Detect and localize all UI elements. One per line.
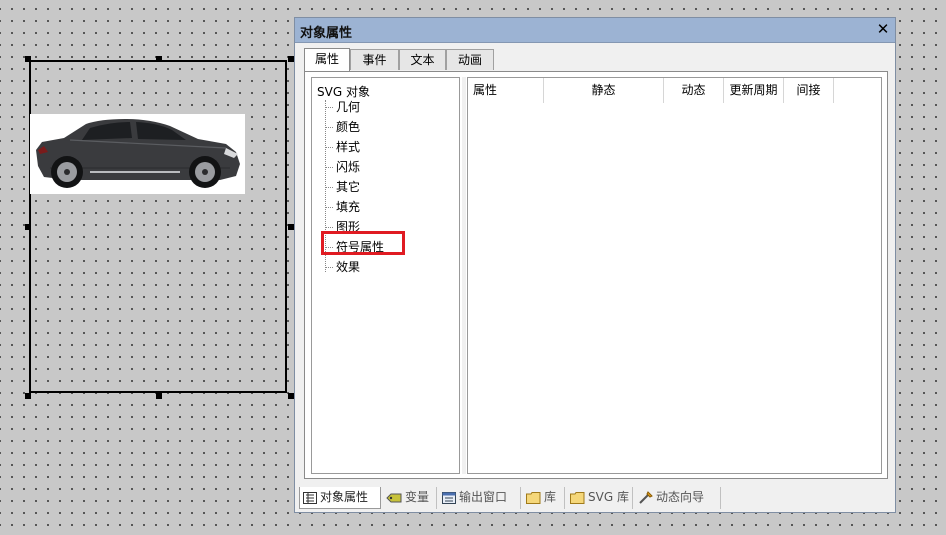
- output-window-icon: [442, 491, 456, 504]
- column-header-static[interactable]: 静态: [544, 78, 664, 103]
- bottom-tab-label: 输出窗口: [459, 490, 508, 504]
- bottom-tab-label: 库: [544, 490, 557, 504]
- tab-properties[interactable]: 属性: [304, 48, 350, 71]
- bottom-tab-label: 变量: [405, 490, 430, 504]
- bottom-tab-label: 对象属性: [320, 490, 369, 504]
- bottom-tab-svg-library[interactable]: SVG 库: [567, 487, 633, 509]
- tree-item-label: 闪烁: [336, 160, 361, 174]
- bottom-tab-library[interactable]: 库: [523, 487, 565, 509]
- column-header-indirect[interactable]: 间接: [784, 78, 834, 103]
- folder-icon: [526, 491, 541, 504]
- tree-item-label: 颜色: [336, 120, 361, 134]
- bottom-tab-tags[interactable]: 变量: [383, 487, 437, 509]
- red-highlight-box: [321, 231, 405, 255]
- bottom-tab-object-properties[interactable]: 对象属性: [299, 487, 381, 509]
- tab-events[interactable]: 事件: [350, 49, 399, 70]
- bottom-tab-output-window[interactable]: 输出窗口: [439, 487, 521, 509]
- grid-header: 属性 静态 动态 更新周期 间接: [468, 78, 881, 104]
- tree-item-label: 其它: [336, 180, 361, 194]
- tree-item-label: 填充: [336, 200, 361, 214]
- wand-icon: [639, 491, 653, 504]
- resize-handle-bottom-center[interactable]: [156, 393, 162, 399]
- resize-handle-middle-left[interactable]: [25, 224, 31, 230]
- bottom-tab-label: 动态向导: [656, 490, 705, 504]
- resize-handle-top-left[interactable]: [25, 56, 31, 62]
- property-tree[interactable]: SVG 对象 几何 颜色 样式 闪烁 其它 填充 图形 符号属性 效果: [311, 77, 460, 474]
- property-grid[interactable]: 属性 静态 动态 更新周期 间接: [467, 77, 882, 474]
- tree-item-label: 样式: [336, 140, 361, 154]
- bottom-tab-bar: 对象属性 变量 输出窗口 库 SVG 库 动态向导: [299, 487, 893, 509]
- column-header-dynamic[interactable]: 动态: [664, 78, 724, 103]
- resize-handle-bottom-left[interactable]: [25, 393, 31, 399]
- tab-animation[interactable]: 动画: [446, 49, 494, 70]
- folder-icon: [570, 491, 585, 504]
- column-header-update-cycle[interactable]: 更新周期: [724, 78, 784, 103]
- dialog-titlebar[interactable]: 对象属性 ✕: [295, 18, 895, 43]
- bottom-tab-dynamic-wizard[interactable]: 动态向导: [635, 487, 721, 509]
- selected-svg-object[interactable]: [29, 60, 287, 393]
- resize-handle-top-center[interactable]: [156, 56, 162, 62]
- dialog-title: 对象属性: [300, 26, 353, 41]
- close-icon[interactable]: ✕: [875, 21, 891, 37]
- tab-panel-properties: SVG 对象 几何 颜色 样式 闪烁 其它 填充 图形 符号属性 效果 属性 静…: [304, 71, 888, 479]
- pane-splitter[interactable]: [462, 77, 466, 474]
- car-image[interactable]: [30, 114, 245, 194]
- properties-icon: [303, 491, 317, 504]
- bottom-tab-label: SVG 库: [588, 490, 629, 504]
- tag-icon: [386, 493, 402, 502]
- tree-item-label: 几何: [336, 100, 361, 114]
- tree-item-label: 效果: [336, 260, 361, 274]
- object-properties-dialog: 对象属性 ✕ 属性 事件 文本 动画 SVG 对象 几何 颜色 样式 闪烁 其它…: [294, 17, 896, 513]
- column-header-attribute[interactable]: 属性: [468, 78, 544, 103]
- tab-text[interactable]: 文本: [399, 49, 446, 70]
